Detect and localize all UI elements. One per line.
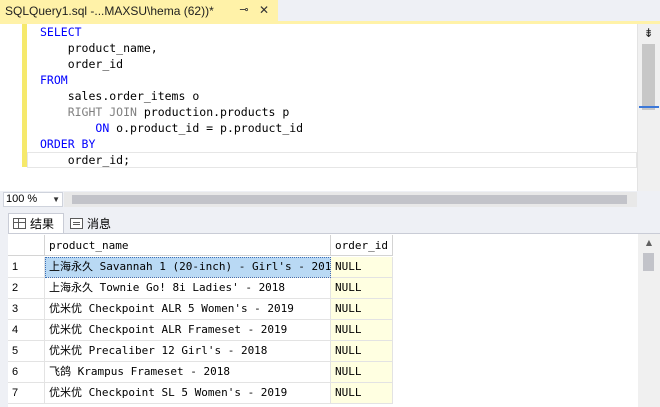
table-row[interactable]: 1 上海永久 Savannah 1 (20-inch) - Girl's - 20… <box>8 257 393 278</box>
table-row[interactable]: 7 优米优 Checkpoint SL 5 Women's - 2019 NULL <box>8 383 393 404</box>
results-tab-strip: 结果 消息 <box>0 208 660 233</box>
document-tab-strip: SQLQuery1.sql -...MAXSU\hema (62))* ⊸ ✕ <box>0 0 660 21</box>
change-indicator-bar <box>22 24 27 167</box>
zoom-select[interactable]: 100 % ▼ <box>3 192 63 207</box>
cell-product-name[interactable]: 优米优 Checkpoint ALR Frameset - 2019 <box>45 320 331 341</box>
code-line[interactable]: ORDER BY <box>40 136 95 152</box>
row-number[interactable]: 4 <box>8 320 45 341</box>
sql-keyword: SELECT <box>40 25 82 39</box>
editor-scroll-thumb[interactable] <box>642 44 655 110</box>
grid-icon <box>13 218 26 229</box>
cell-order-id[interactable]: NULL <box>331 278 393 299</box>
message-icon <box>70 217 83 229</box>
close-icon[interactable]: ✕ <box>257 3 271 17</box>
table-row[interactable]: 4 优米优 Checkpoint ALR Frameset - 2019 NULL <box>8 320 393 341</box>
sql-text: sales.order_items o <box>67 89 200 103</box>
caret-position-marker <box>639 106 659 108</box>
cell-order-id[interactable]: NULL <box>331 257 393 278</box>
code-line[interactable]: SELECT <box>40 24 82 40</box>
code-line[interactable]: ON o.product_id = p.product_id <box>40 120 303 136</box>
sql-keyword: FROM <box>40 73 68 87</box>
row-number[interactable]: 5 <box>8 341 45 362</box>
row-number[interactable]: 2 <box>8 278 45 299</box>
cell-product-name[interactable]: 优米优 Checkpoint ALR 5 Women's - 2019 <box>45 299 331 320</box>
pin-icon[interactable]: ⊸ <box>237 3 251 17</box>
tab-results[interactable]: 结果 <box>8 213 64 233</box>
chevron-down-icon: ▼ <box>52 195 60 204</box>
column-header-order-id[interactable]: order_id <box>331 235 393 256</box>
scroll-up-icon[interactable]: ▲ <box>638 238 660 250</box>
cell-order-id[interactable]: NULL <box>331 341 393 362</box>
cell-order-id[interactable]: NULL <box>331 320 393 341</box>
table-row[interactable]: 5 优米优 Precaliber 12 Girl's - 2018 NULL <box>8 341 393 362</box>
sql-keyword: ON <box>95 121 110 135</box>
grid-vertical-scrollbar[interactable]: ▲ <box>638 234 660 407</box>
editor-horizontal-scrollbar[interactable] <box>64 192 637 207</box>
table-row[interactable]: 3 优米优 Checkpoint ALR 5 Women's - 2019 NULL <box>8 299 393 320</box>
table-row[interactable]: 6 飞鸽 Krampus Frameset - 2018 NULL <box>8 362 393 383</box>
grid-header: product_name order_id <box>8 235 393 256</box>
code-line[interactable]: order_id <box>40 56 123 72</box>
sql-text: production.products p <box>136 105 290 119</box>
cell-product-name[interactable]: 优米优 Precaliber 12 Girl's - 2018 <box>45 341 331 362</box>
cell-product-name[interactable]: 上海永久 Townie Go! 8i Ladies' - 2018 <box>45 278 331 299</box>
sql-keyword: ORDER BY <box>40 137 96 151</box>
row-header-corner[interactable] <box>8 235 45 256</box>
code-area[interactable]: SELECT product_name, order_id FROM sales.… <box>40 24 637 191</box>
code-line[interactable]: RIGHT JOIN production.products p <box>40 104 290 120</box>
horizontal-scroll-thumb[interactable] <box>72 195 627 204</box>
document-tab-title: SQLQuery1.sql -...MAXSU\hema (62))* <box>5 3 214 18</box>
row-number[interactable]: 7 <box>8 383 45 404</box>
sql-text: order_id; <box>67 153 131 167</box>
tab-messages-label: 消息 <box>87 216 112 231</box>
sql-text: order_id <box>67 57 124 71</box>
code-line[interactable]: order_id; <box>40 152 130 168</box>
code-line[interactable]: FROM <box>40 72 68 88</box>
table-row[interactable]: 2 上海永久 Townie Go! 8i Ladies' - 2018 NULL <box>8 278 393 299</box>
cell-product-name[interactable]: 上海永久 Savannah 1 (20-inch) - Girl's - 201… <box>45 257 331 278</box>
tab-messages[interactable]: 消息 <box>66 213 116 233</box>
zoom-bar: 100 % ▼ <box>0 191 660 208</box>
grid-scroll-thumb[interactable] <box>643 253 654 271</box>
editor-vertical-scrollbar[interactable]: ⇟ <box>637 24 660 191</box>
sql-editor[interactable]: SELECT product_name, order_id FROM sales.… <box>0 24 660 191</box>
row-number[interactable]: 1 <box>8 257 45 278</box>
cell-order-id[interactable]: NULL <box>331 383 393 404</box>
sql-keyword: RIGHT JOIN <box>67 105 137 119</box>
zoom-value: 100 % <box>6 193 38 205</box>
cell-product-name[interactable]: 飞鸽 Krampus Frameset - 2018 <box>45 362 331 383</box>
cell-order-id[interactable]: NULL <box>331 299 393 320</box>
row-number[interactable]: 3 <box>8 299 45 320</box>
results-grid[interactable]: product_name order_id 1 上海永久 Savannah 1 (… <box>8 233 660 407</box>
tab-results-label: 结果 <box>30 217 55 231</box>
editor-gutter <box>0 24 22 191</box>
code-line[interactable]: sales.order_items o <box>40 88 200 104</box>
split-window-icon[interactable]: ⇟ <box>641 26 656 40</box>
row-number[interactable]: 6 <box>8 362 45 383</box>
sql-text: product_name, <box>67 41 158 55</box>
code-line[interactable]: product_name, <box>40 40 158 56</box>
column-header-product-name[interactable]: product_name <box>45 235 331 256</box>
sql-text: o.product_id = p.product_id <box>109 121 304 135</box>
cell-order-id[interactable]: NULL <box>331 362 393 383</box>
cell-product-name[interactable]: 优米优 Checkpoint SL 5 Women's - 2019 <box>45 383 331 404</box>
document-tab[interactable]: SQLQuery1.sql -...MAXSU\hema (62))* ⊸ ✕ <box>0 0 278 21</box>
